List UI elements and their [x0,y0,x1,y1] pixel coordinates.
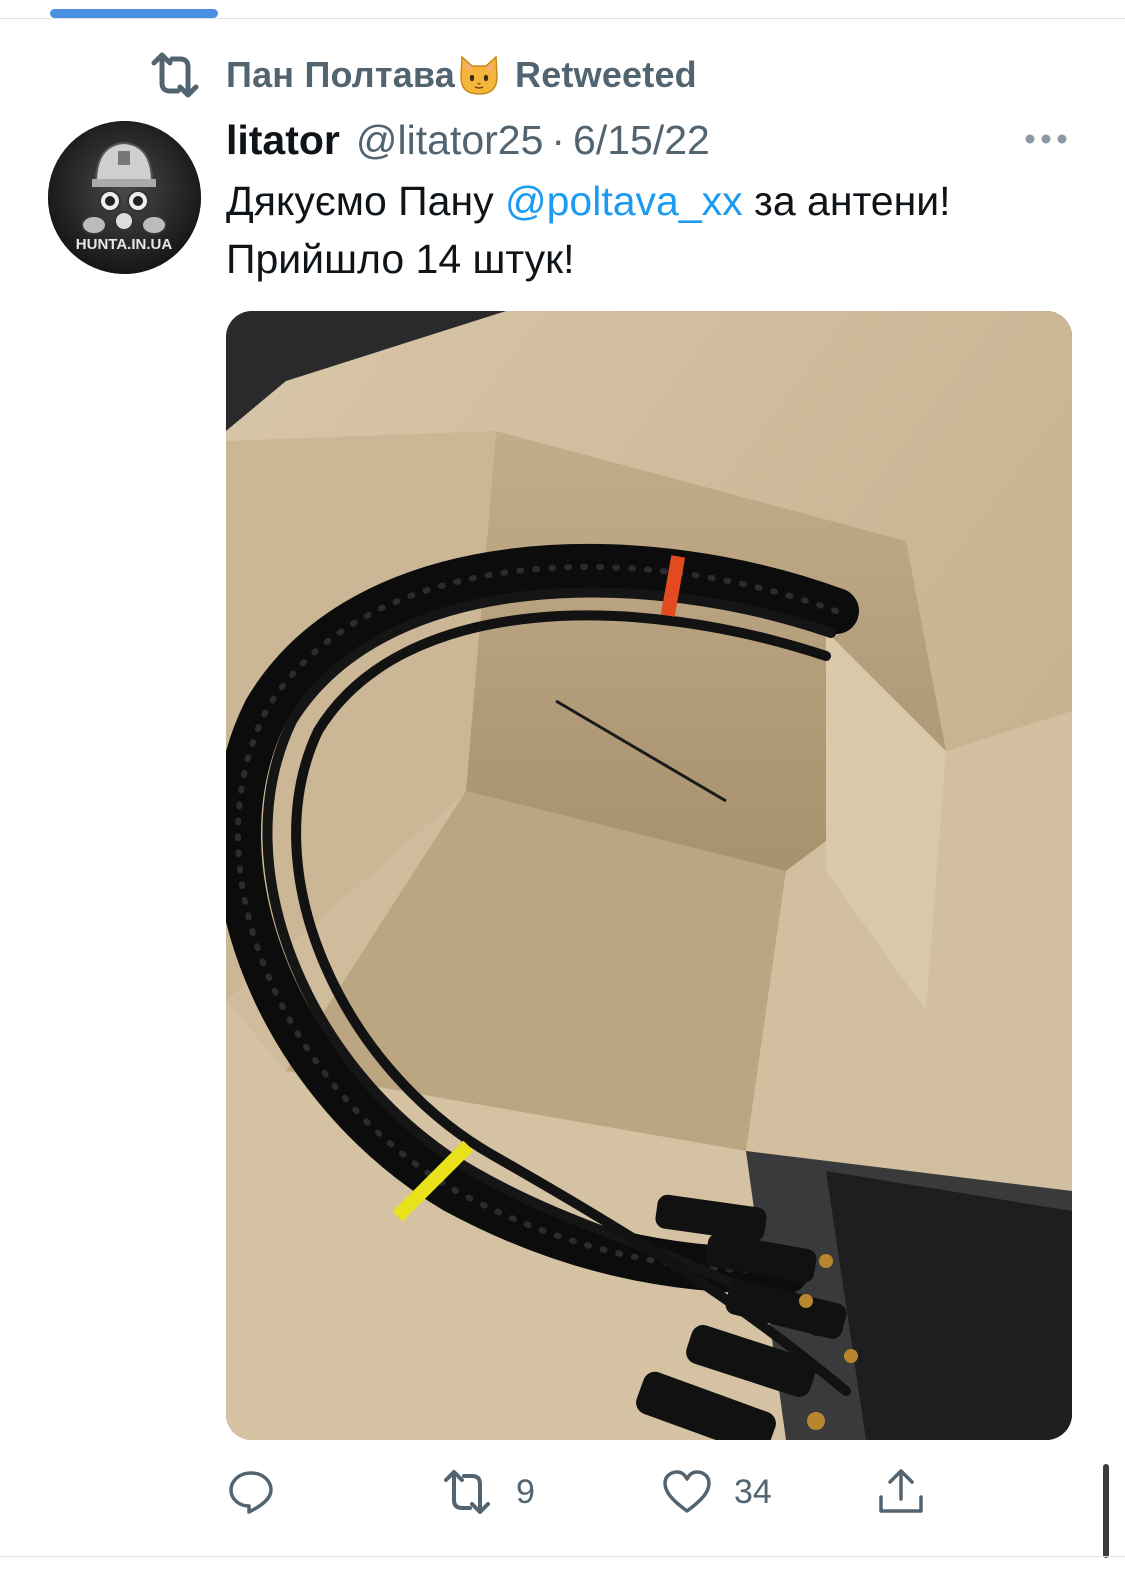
retweeter-name[interactable]: Пан Полтава [226,54,455,96]
reply-button[interactable] [228,1462,274,1522]
author-name[interactable]: litator [226,117,340,164]
bottom-divider [0,1556,1125,1557]
tweet-media-photo[interactable] [226,311,1072,1440]
retweeted-label: Retweeted [515,54,697,95]
top-divider [0,18,1125,19]
scrollbar[interactable] [1103,1464,1109,1558]
top-tab-indicator [50,9,218,18]
svg-text:HUNTA.IN.UA: HUNTA.IN.UA [76,236,173,253]
author-avatar[interactable]: HUNTA.IN.UA [48,121,201,274]
tweet-text-line-1: Дякуємо Пану @poltava_xx за антени! [226,178,951,224]
heart-icon [663,1470,711,1513]
avatar-image: HUNTA.IN.UA [48,121,201,274]
retweet-icon [151,52,199,98]
photo-illustration [226,311,1072,1440]
like-count: 34 [734,1472,772,1511]
author-handle[interactable]: @litator25 [356,117,543,164]
tweet-date[interactable]: 6/15/22 [573,117,710,164]
separator-dot: · [551,116,566,163]
tweet-header: litator @litator25 · 6/15/22 [226,112,710,168]
tweet-text-line-2: Прийшло 14 штук! [226,236,575,282]
share-button[interactable] [876,1462,926,1522]
like-button[interactable]: 34 [662,1462,772,1522]
mention-link[interactable]: @poltava_xx [505,178,743,224]
tweet-text: Дякуємо Пану @poltava_xx за антени! Прий… [226,172,1086,288]
retweet-button[interactable]: 9 [440,1462,535,1522]
retweet-count: 9 [516,1472,535,1511]
reply-icon [229,1471,273,1514]
retweet-action-icon [444,1470,490,1514]
share-icon [879,1469,923,1513]
tweet-action-bar: 9 34 [226,1462,946,1522]
cat-face-emoji [460,55,498,95]
retweeted-by-row[interactable]: Пан Полтава Retweeted [148,50,697,100]
more-options-icon[interactable] [1022,128,1070,150]
